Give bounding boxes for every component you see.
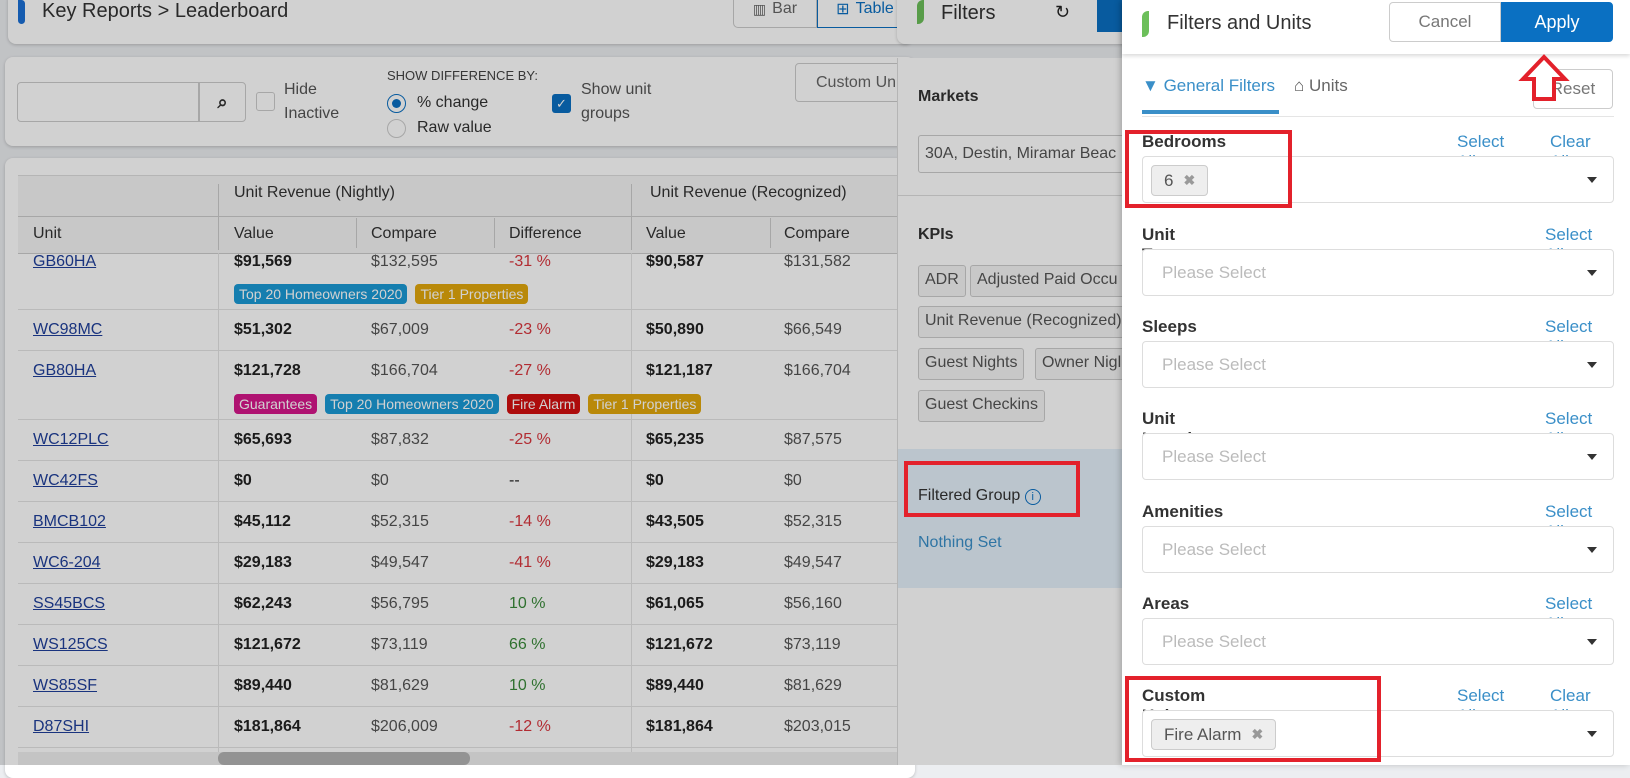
arrow-up-annotation-icon xyxy=(1518,54,1570,101)
tab-general-filters[interactable]: ▼ General Filters xyxy=(1142,76,1279,114)
highlight-bedrooms xyxy=(1125,130,1292,208)
field-label-areas: Areas xyxy=(1142,594,1190,613)
areas-select[interactable]: Please Select xyxy=(1142,618,1614,665)
chevron-down-icon xyxy=(1587,270,1597,276)
placeholder: Please Select xyxy=(1162,447,1266,466)
field-label-amenities: Amenities xyxy=(1142,502,1224,521)
unit-type-select[interactable]: Please Select xyxy=(1142,249,1614,296)
highlight-custom-unit-groups xyxy=(1125,676,1381,762)
field-label-sleeps: Sleeps xyxy=(1142,317,1197,336)
placeholder: Please Select xyxy=(1162,632,1266,651)
placeholder: Please Select xyxy=(1162,355,1266,374)
cancel-button[interactable]: Cancel xyxy=(1389,2,1501,42)
tab-units[interactable]: ⌂ Units xyxy=(1294,76,1348,96)
drawer-accent xyxy=(1142,11,1149,37)
highlight-filtered-group xyxy=(904,461,1080,517)
sleeps-select[interactable]: Please Select xyxy=(1142,341,1614,388)
unit-location-select[interactable]: Please Select xyxy=(1142,433,1614,480)
filter-icon: ▼ xyxy=(1142,76,1159,95)
amenities-select[interactable]: Please Select xyxy=(1142,526,1614,573)
chevron-down-icon xyxy=(1587,177,1597,183)
placeholder: Please Select xyxy=(1162,263,1266,282)
chevron-down-icon xyxy=(1587,639,1597,645)
chevron-down-icon xyxy=(1587,362,1597,368)
drawer-title: Filters and Units xyxy=(1167,12,1312,34)
placeholder: Please Select xyxy=(1162,540,1266,559)
chevron-down-icon xyxy=(1587,454,1597,460)
chevron-down-icon xyxy=(1587,547,1597,553)
apply-button[interactable]: Apply xyxy=(1501,2,1613,42)
modal-backdrop xyxy=(0,0,1122,765)
chevron-down-icon xyxy=(1587,731,1597,737)
home-icon: ⌂ xyxy=(1294,76,1305,95)
